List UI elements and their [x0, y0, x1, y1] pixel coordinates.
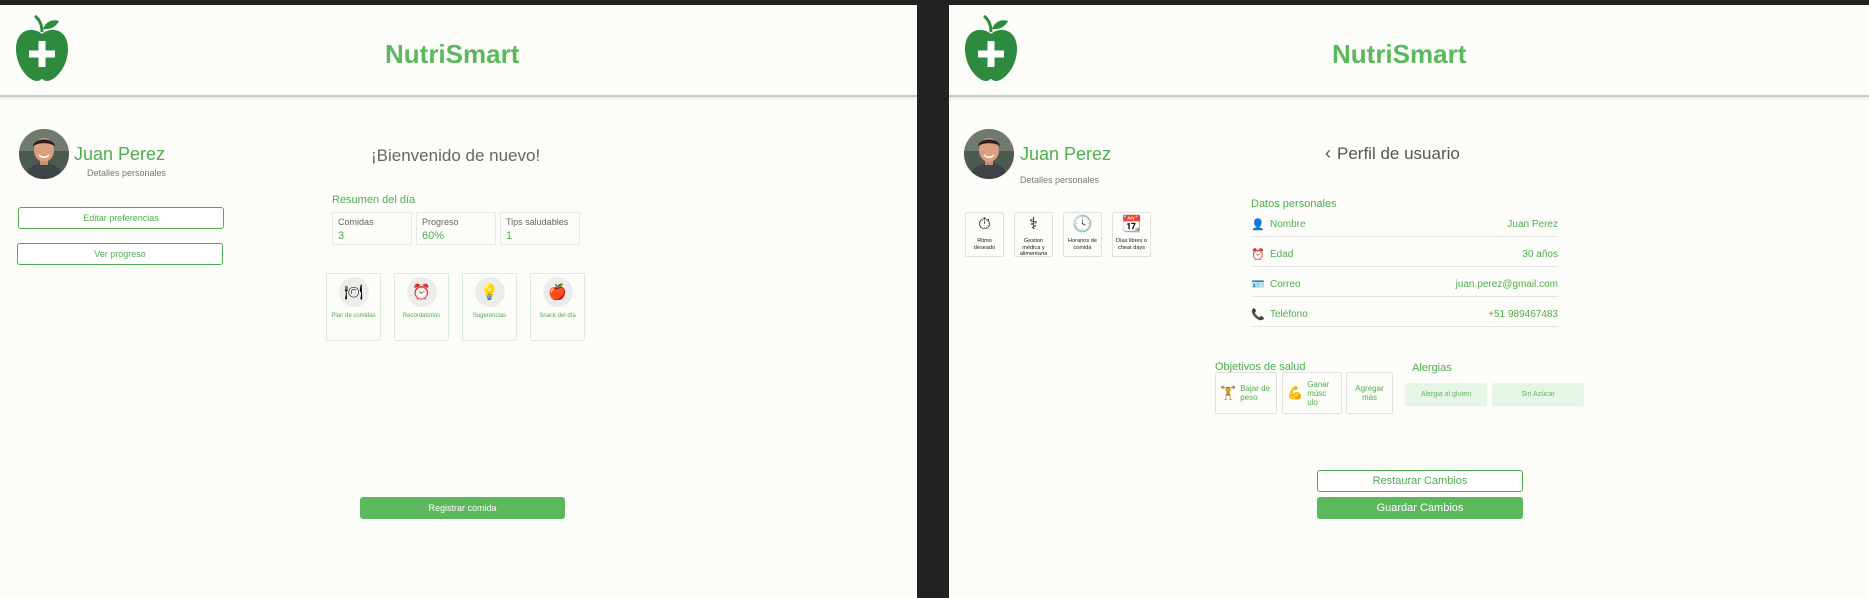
alarm-icon: ⏰ — [1251, 248, 1265, 261]
personal-data-title: Datos personales — [1251, 198, 1337, 210]
info-value: juan.perez@gmail.com — [1455, 278, 1558, 290]
user-subtitle[interactable]: Detalles personales — [1020, 175, 1099, 185]
info-label: Teléfono — [1270, 308, 1308, 320]
goal-label: Agregar más — [1355, 384, 1384, 402]
stat-label: Comidas — [338, 217, 374, 227]
apple-logo-icon[interactable] — [13, 15, 71, 83]
id-card-icon: 🪪 — [1251, 278, 1265, 291]
info-value: Juan Perez — [1507, 218, 1558, 230]
flexed-biceps-icon: 💪 — [1287, 385, 1304, 400]
info-label: Edad — [1270, 248, 1294, 260]
stat-meals: Comidas 3 — [332, 212, 412, 245]
pref-label: Horarios de comida — [1068, 238, 1097, 251]
feature-label: Snack del día — [539, 313, 576, 319]
add-goal-button[interactable]: Agregar más — [1346, 372, 1393, 414]
restore-changes-button[interactable]: Restaurar Cambios — [1317, 470, 1523, 492]
stat-label: Tips saludables — [506, 217, 569, 227]
stat-progress: Progreso 60% — [416, 212, 496, 245]
pref-label: Ritmo deseado — [973, 238, 996, 251]
info-value: 30 años — [1522, 248, 1558, 260]
pref-medical[interactable]: ⚕ Gestion médica y alimentaria — [1014, 212, 1053, 257]
feature-label: Plan de comidas — [331, 313, 376, 319]
pref-label: Días libres o cheat days — [1115, 238, 1148, 251]
info-label: Nombre — [1270, 218, 1306, 230]
info-row-age[interactable]: ⏰ Edad 30 años — [1251, 242, 1558, 267]
allergies-title: Alergias — [1412, 362, 1452, 374]
user-name: Juan Perez — [1020, 144, 1112, 164]
avatar — [19, 129, 69, 179]
stat-value: 3 — [338, 230, 345, 242]
medical-icon: ⚕ — [1029, 216, 1038, 233]
calendar-icon: 📆 — [1121, 216, 1142, 233]
edit-preferences-button[interactable]: Editar preferencias — [18, 207, 224, 229]
goal-lose-weight[interactable]: 🏋 Bajar de peso — [1215, 372, 1277, 414]
info-row-email[interactable]: 🪪 Correo juan.perez@gmail.com — [1251, 272, 1558, 297]
user-subtitle[interactable]: Detalles personales — [87, 168, 166, 178]
allergy-chip[interactable]: Sin Azúcar — [1492, 383, 1584, 406]
summary-title: Resumen del día — [332, 194, 416, 206]
allergy-chip[interactable]: Alergia al gluten — [1405, 383, 1487, 406]
chevron-left-icon[interactable]: ‹ — [1325, 143, 1331, 164]
app-title: NutriSmart — [1332, 39, 1467, 69]
goal-label: Bajar de peso — [1240, 384, 1270, 402]
app-header: NutriSmart — [949, 5, 1869, 97]
clock-icon: 🕓 — [1072, 216, 1093, 233]
feature-meal-plan[interactable]: 🍽 Plan de comidas — [326, 273, 381, 341]
app-header: NutriSmart — [0, 5, 917, 97]
pref-pace[interactable]: ⏱ Ritmo deseado — [965, 212, 1004, 257]
pref-label: Gestion médica y alimentaria — [1019, 238, 1048, 257]
feature-snack[interactable]: 🍎 Snack del día — [530, 273, 585, 341]
pref-meal-times[interactable]: 🕓 Horarios de comida — [1063, 212, 1102, 257]
goal-gain-muscle[interactable]: 💪 Ganar músc ulo — [1282, 372, 1342, 414]
welcome-heading: ¡Bienvenido de nuevo! — [371, 146, 541, 165]
info-row-phone[interactable]: 📞 Teléfono +51 989467483 — [1251, 302, 1558, 327]
stat-label: Progreso — [422, 217, 459, 227]
info-row-name[interactable]: 👤 Nombre Juan Perez — [1251, 212, 1558, 237]
register-meal-button[interactable]: Registrar comida — [360, 497, 565, 519]
stat-value: 1 — [506, 230, 513, 242]
alarm-clock-icon: ⏰ — [406, 277, 437, 307]
lightbulb-icon: 💡 — [474, 277, 505, 307]
pref-cheat-days[interactable]: 📆 Días libres o cheat days — [1112, 212, 1151, 257]
feature-reminders[interactable]: ⏰ Recordatorios — [394, 273, 449, 341]
goal-label: Ganar músc ulo — [1307, 379, 1330, 407]
stat-tips: Tips saludables 1 — [500, 212, 580, 245]
weightlifter-icon: 🏋 — [1220, 385, 1237, 400]
profile-title: Perfil de usuario — [1337, 143, 1460, 163]
avatar — [964, 129, 1014, 179]
profile-title-bar: ‹ Perfil de usuario — [1325, 143, 1460, 164]
apple-icon: 🍎 — [542, 277, 573, 307]
plate-icon: 🍽 — [338, 277, 369, 307]
info-value: +51 989467483 — [1488, 308, 1558, 320]
info-label: Correo — [1270, 278, 1301, 290]
view-progress-button[interactable]: Ver progreso — [17, 243, 223, 265]
feature-suggestions[interactable]: 💡 Sugerencias — [462, 273, 517, 341]
phone-icon: 📞 — [1251, 308, 1265, 321]
save-changes-button[interactable]: Guardar Cambios — [1317, 497, 1523, 519]
app-title: NutriSmart — [385, 39, 520, 69]
user-icon: 👤 — [1251, 218, 1265, 231]
stat-value: 60% — [422, 230, 445, 242]
feature-label: Recordatorios — [402, 313, 441, 319]
stopwatch-icon: ⏱ — [978, 216, 991, 233]
apple-logo-icon[interactable] — [962, 15, 1020, 83]
dashboard-screen: NutriSmart Juan Perez Detalles personale… — [0, 5, 917, 598]
user-name: Juan Perez — [74, 144, 166, 164]
feature-label: Sugerencias — [472, 313, 507, 319]
